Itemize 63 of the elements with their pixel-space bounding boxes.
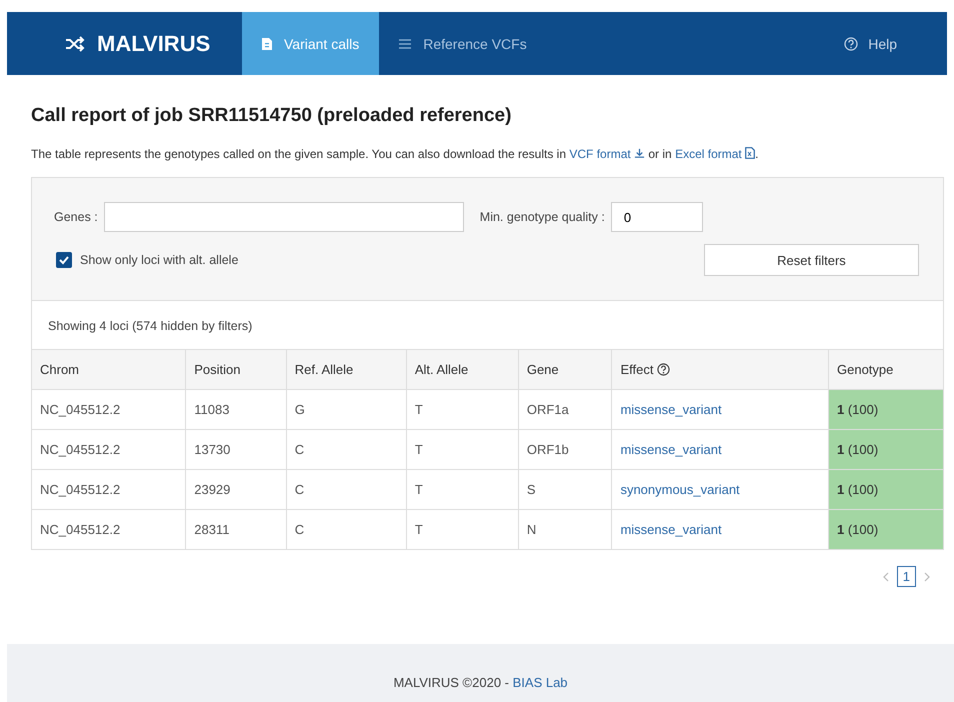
column-header: Alt. Allele xyxy=(406,350,518,390)
effect-link[interactable]: missense_variant xyxy=(620,522,722,537)
table-cell: C xyxy=(294,442,304,457)
spreadsheet-file-icon xyxy=(745,147,756,159)
genotype-cell: 1 (100) xyxy=(837,442,878,457)
next-page-icon[interactable] xyxy=(924,572,930,582)
column-header: Position xyxy=(186,350,286,390)
genes-field[interactable] xyxy=(104,202,464,232)
column-header: Gene xyxy=(518,350,612,390)
column-header: Effect xyxy=(612,350,828,390)
download-icon xyxy=(634,148,646,159)
table-cell: 23929 xyxy=(194,482,230,497)
brand-name: MALVIRUS xyxy=(97,30,210,56)
checkbox[interactable] xyxy=(56,252,72,268)
previous-page-icon[interactable] xyxy=(882,572,889,582)
document-icon xyxy=(262,38,272,50)
shuffle-icon xyxy=(65,36,85,52)
genotype-cell: 1 (100) xyxy=(837,482,878,497)
table-cell: S xyxy=(526,482,536,497)
table-cell: ORF1b xyxy=(526,442,569,457)
column-header: Chrom xyxy=(32,350,186,390)
table-cell: G xyxy=(294,402,305,417)
help-icon xyxy=(657,363,670,376)
nav-tab[interactable]: Reference VCFs xyxy=(379,12,547,75)
table-cell: T xyxy=(414,482,423,497)
effect-link[interactable]: missense_variant xyxy=(620,442,722,457)
vcf-download-link[interactable]: VCF format xyxy=(569,147,646,161)
min-quality-field[interactable]: 0 xyxy=(610,202,703,232)
table-cell: T xyxy=(414,402,423,417)
table-cell: T xyxy=(414,442,423,457)
genotype-cell: 1 (100) xyxy=(837,402,878,417)
genotype-cell: 1 (100) xyxy=(837,522,878,537)
table-cell: ORF1a xyxy=(526,402,569,417)
checkbox-label: Show only loci with alt. allele xyxy=(80,253,238,267)
table-cell: NC_045512.2 xyxy=(40,522,120,537)
table-cell: C xyxy=(294,522,304,537)
reset-filters-button[interactable]: Reset filters xyxy=(704,244,919,276)
genes-label: Genes : xyxy=(54,210,98,224)
table-cell: 13730 xyxy=(194,442,230,457)
help-link[interactable]: Help xyxy=(844,12,947,75)
excel-download-link[interactable]: Excel format xyxy=(675,147,756,161)
table-cell: 28311 xyxy=(194,522,230,537)
summary-text: Showing 4 loci (574 hidden by filters) xyxy=(47,318,254,335)
footer-link[interactable]: BIAS Lab xyxy=(512,674,568,690)
table-cell: C xyxy=(294,482,304,497)
table-cell: NC_045512.2 xyxy=(40,482,120,497)
table-cell: NC_045512.2 xyxy=(40,402,120,417)
brand-logo[interactable]: MALVIRUS xyxy=(7,12,242,75)
effect-link[interactable]: missense_variant xyxy=(620,402,722,417)
table-cell: T xyxy=(414,522,423,537)
column-header: Genotype xyxy=(828,350,943,390)
page-button[interactable]: 1 xyxy=(896,566,916,587)
table-cell: NC_045512.2 xyxy=(40,442,120,457)
table-cell: N xyxy=(526,522,536,537)
table-cell: 11083 xyxy=(194,402,230,417)
footer-text: MALVIRUS ©2020 - xyxy=(393,674,509,690)
page-title: Call report of job SRR11514750 (preloaded reference) xyxy=(31,105,512,127)
help-icon xyxy=(844,36,858,50)
min-quality-label: Min. genotype quality : xyxy=(480,210,605,224)
check-icon xyxy=(58,254,70,266)
list-icon xyxy=(399,38,412,48)
description-text: The table represents the genotypes called on the given sample. You can also download the results in VCF format or in Excel format . xyxy=(31,147,760,161)
column-header: Ref. Allele xyxy=(286,350,406,390)
